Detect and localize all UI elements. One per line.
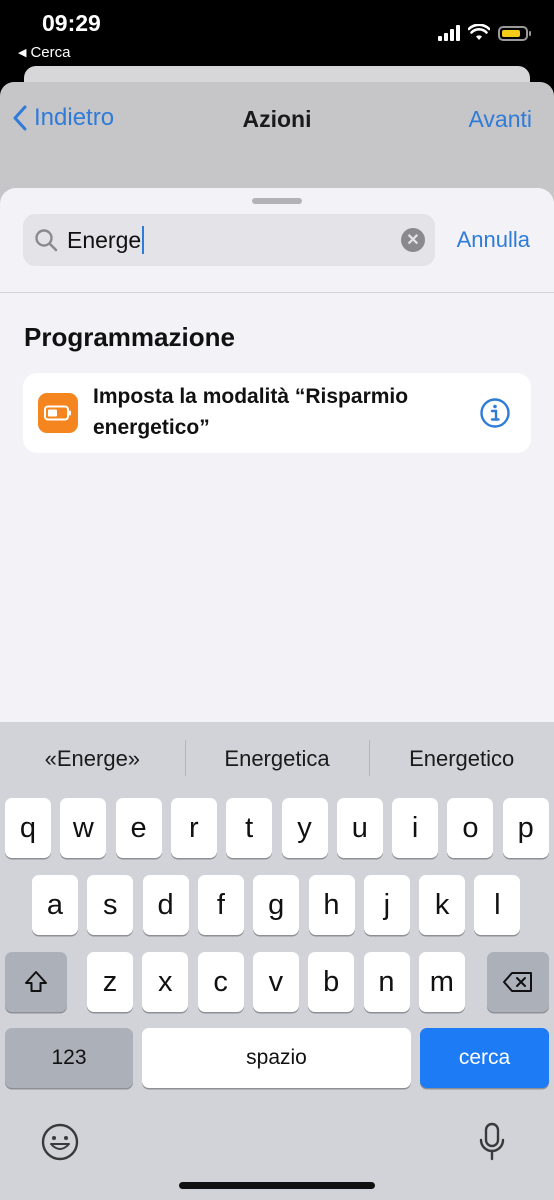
key-c[interactable]: c [197, 952, 244, 1012]
keyboard: «Energe» Energetica Energetico qwertyuio… [0, 722, 554, 1200]
status-icons [438, 24, 531, 41]
key-x[interactable]: x [142, 952, 189, 1012]
numbers-key[interactable]: 123 [5, 1028, 133, 1088]
key-o[interactable]: o [447, 798, 494, 858]
key-j[interactable]: j [363, 875, 410, 935]
search-input[interactable]: Energe ✕ [23, 214, 435, 266]
chevron-left-icon [13, 105, 27, 131]
key-g[interactable]: g [253, 875, 300, 935]
key-d[interactable]: d [142, 875, 189, 935]
action-label: Imposta la modalità “Risparmio energetic… [93, 385, 409, 439]
nav-bar: Indietro Azioni Avanti [0, 100, 554, 144]
text-caret [142, 226, 145, 254]
key-h[interactable]: h [308, 875, 355, 935]
key-n[interactable]: n [363, 952, 410, 1012]
key-f[interactable]: f [197, 875, 244, 935]
search-return-key[interactable]: cerca [420, 1028, 549, 1088]
delete-key[interactable] [487, 952, 549, 1012]
key-l[interactable]: l [474, 875, 521, 935]
cellular-signal-icon [438, 25, 460, 41]
key-b[interactable]: b [308, 952, 355, 1012]
divider [0, 292, 554, 293]
key-y[interactable]: y [281, 798, 328, 858]
status-time: 09:29 [42, 10, 101, 36]
back-triangle-icon: ◀ [18, 47, 27, 59]
microphone-icon[interactable] [470, 1120, 514, 1164]
back-button[interactable]: Indietro [12, 104, 114, 132]
key-a[interactable]: a [32, 875, 78, 935]
key-z[interactable]: z [87, 952, 133, 1012]
status-bar: 09:29 ◀ Cerca [0, 0, 554, 70]
key-u[interactable]: u [336, 798, 383, 858]
prediction-3[interactable]: Energetico [369, 740, 554, 776]
key-q[interactable]: q [5, 798, 51, 858]
search-row: Energe ✕ Annulla [0, 214, 554, 266]
key-e[interactable]: e [115, 798, 162, 858]
sheet-grabber[interactable] [252, 198, 302, 204]
search-input-value: Energe [67, 226, 145, 254]
status-back-label: Cerca [30, 44, 71, 61]
battery-icon [38, 393, 78, 433]
prediction-1[interactable]: «Energe» [0, 746, 185, 772]
shift-key[interactable] [5, 952, 67, 1012]
key-w[interactable]: w [60, 798, 107, 858]
key-t[interactable]: t [226, 798, 273, 858]
wifi-icon [468, 24, 490, 40]
key-v[interactable]: v [252, 952, 299, 1012]
action-item-low-power-mode[interactable]: Imposta la modalità “Risparmio energetic… [23, 373, 531, 453]
delete-icon [503, 972, 532, 992]
status-back-link[interactable]: ◀ Cerca [18, 44, 70, 61]
space-key[interactable]: spazio [142, 1028, 411, 1088]
clear-icon[interactable]: ✕ [401, 228, 425, 252]
key-r[interactable]: r [170, 798, 217, 858]
battery-icon [498, 26, 531, 41]
cancel-button[interactable]: Annulla [457, 227, 530, 253]
predictive-bar: «Energe» Energetica Energetico [0, 722, 554, 796]
key-i[interactable]: i [392, 798, 439, 858]
actions-sheet: Energe ✕ Annulla Programmazione Imposta … [0, 188, 554, 728]
key-s[interactable]: s [87, 875, 134, 935]
key-k[interactable]: k [419, 875, 466, 935]
key-m[interactable]: m [418, 952, 465, 1012]
emoji-icon[interactable] [38, 1120, 82, 1164]
home-indicator [179, 1182, 375, 1189]
info-icon[interactable] [479, 397, 511, 429]
shift-icon [25, 971, 47, 992]
section-title: Programmazione [24, 322, 235, 352]
back-label: Indietro [34, 104, 115, 131]
prediction-2[interactable]: Energetica [184, 740, 370, 776]
next-button[interactable]: Avanti [468, 106, 532, 133]
key-p[interactable]: p [502, 798, 549, 858]
search-icon [35, 229, 58, 252]
